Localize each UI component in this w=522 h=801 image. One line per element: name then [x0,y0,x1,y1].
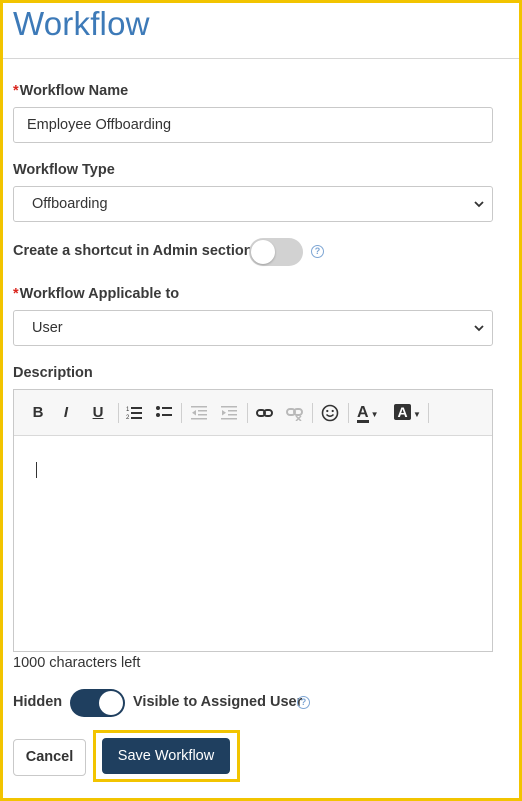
applicable-label: *Workflow Applicable to [13,286,180,302]
workflow-name-label: *Workflow Name [13,83,129,99]
toolbar-separator [181,403,182,423]
underline-button[interactable]: U [90,402,106,424]
title-divider [3,58,519,59]
shortcut-toggle[interactable] [249,238,303,266]
description-label: Description [13,365,93,381]
outdent-icon[interactable] [191,405,207,421]
toolbar-separator [348,403,349,423]
save-workflow-button[interactable]: Save Workflow [102,738,230,774]
toggle-knob [99,691,123,715]
chevron-down-icon [474,325,484,332]
bold-button[interactable]: B [30,402,46,424]
unlink-icon[interactable] [286,405,303,421]
text-cursor [36,462,37,478]
svg-text:1: 1 [126,407,130,413]
help-icon[interactable]: ? [297,696,310,709]
chevron-down-icon [474,201,484,208]
visibility-toggle[interactable] [70,689,125,717]
hidden-label: Hidden [13,694,63,710]
link-icon[interactable] [256,405,273,421]
toolbar-separator [247,403,248,423]
text-color-icon: A [357,404,369,423]
editor-toolbar: B I U 1 2 A ▼ A ▼ [14,390,492,436]
required-mark: * [13,286,19,302]
italic-button[interactable]: I [59,402,73,424]
applicable-value: User [32,320,63,336]
indent-icon[interactable] [221,405,237,421]
background-color-button[interactable]: A ▼ [394,402,424,424]
characters-left: 1000 characters left [13,655,141,671]
help-icon[interactable]: ? [311,245,324,258]
workflow-name-input[interactable]: Employee Offboarding [13,107,493,143]
page-title: Workflow [13,5,150,42]
applicable-select[interactable]: User [13,310,493,346]
background-color-icon: A [394,404,411,420]
description-editor[interactable]: B I U 1 2 A ▼ A ▼ [13,389,493,652]
text-color-button[interactable]: A ▼ [357,402,385,424]
toolbar-separator [118,403,119,423]
shortcut-label: Create a shortcut in Admin section [13,243,253,259]
cancel-button[interactable]: Cancel [13,739,86,776]
toggle-knob [251,240,275,264]
workflow-type-select[interactable]: Offboarding [13,186,493,222]
bullet-list-icon[interactable] [156,405,172,421]
toolbar-separator [312,403,313,423]
required-mark: * [13,83,19,99]
emoji-icon[interactable] [321,404,339,422]
visible-label: Visible to Assigned User [133,694,303,710]
workflow-type-label: Workflow Type [13,162,115,178]
chevron-down-icon: ▼ [370,410,379,419]
ordered-list-icon[interactable]: 1 2 [126,405,142,421]
toolbar-separator [428,403,429,423]
workflow-type-value: Offboarding [32,196,108,212]
svg-text:2: 2 [126,415,130,421]
chevron-down-icon: ▼ [413,410,421,419]
